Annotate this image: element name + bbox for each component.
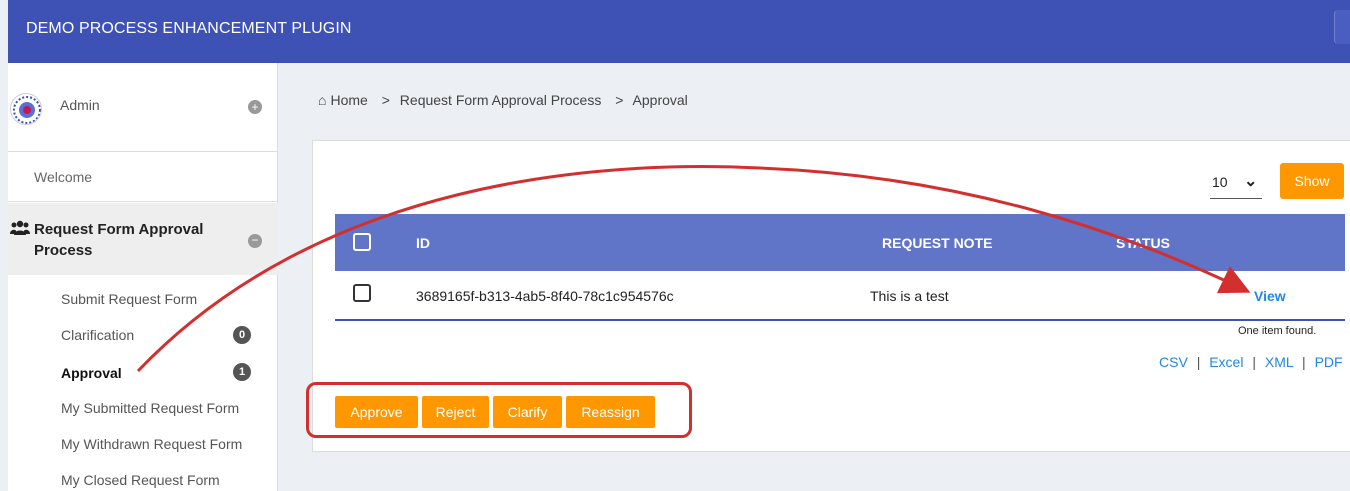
row-checkbox[interactable] <box>353 284 371 302</box>
export-separator: | <box>1252 354 1256 370</box>
column-header-request-note[interactable]: REQUEST NOTE <box>882 235 992 251</box>
page-size-select[interactable]: 10 ⌄ <box>1210 163 1262 199</box>
sidebar-group-label: Request Form Approval Process <box>34 221 204 259</box>
breadcrumb-separator: > <box>615 92 624 108</box>
column-header-status[interactable]: STATUS <box>1116 235 1170 251</box>
annotation-highlight-box <box>306 382 692 438</box>
export-links: CSV | Excel | XML | PDF <box>1159 354 1343 370</box>
export-xml-link[interactable]: XML <box>1265 354 1293 370</box>
export-csv-link[interactable]: CSV <box>1159 354 1188 370</box>
user-name: Admin <box>60 97 100 113</box>
users-icon <box>10 220 30 241</box>
clarification-count-badge: 0 <box>233 326 251 344</box>
sidebar-item-submit-request[interactable]: Submit Request Form <box>61 291 197 307</box>
export-separator: | <box>1302 354 1306 370</box>
app-title: DEMO PROCESS ENHANCEMENT PLUGIN <box>26 20 352 37</box>
breadcrumb-home[interactable]: Home <box>330 92 367 108</box>
sidebar: Admin + Welcome Request Form Approval Pr… <box>8 63 278 491</box>
sidebar-item-label: Welcome <box>34 169 93 185</box>
row-request-note: This is a test <box>870 288 949 304</box>
page-size-value: 10 <box>1212 174 1228 190</box>
sidebar-item-clarification[interactable]: Clarification <box>61 327 134 343</box>
export-excel-link[interactable]: Excel <box>1209 354 1243 370</box>
sidebar-group-process[interactable]: Request Form Approval Process − <box>8 203 278 275</box>
breadcrumb-process[interactable]: Request Form Approval Process <box>400 92 602 108</box>
table-header: ID REQUEST NOTE STATUS <box>335 214 1345 271</box>
select-all-checkbox[interactable] <box>353 233 371 251</box>
approval-count-badge: 1 <box>233 363 251 381</box>
user-profile: Admin + <box>8 63 278 152</box>
sidebar-item-my-submitted[interactable]: My Submitted Request Form <box>61 400 239 416</box>
sidebar-item-my-withdrawn[interactable]: My Withdrawn Request Form <box>61 436 242 452</box>
sidebar-item-approval[interactable]: Approval <box>61 365 122 381</box>
show-button[interactable]: Show <box>1280 163 1344 199</box>
breadcrumb-separator: > <box>381 92 390 108</box>
breadcrumb: ⌂ Home > Request Form Approval Process > … <box>318 92 692 108</box>
view-link[interactable]: View <box>1254 288 1286 304</box>
home-icon[interactable]: ⌂ <box>318 92 326 108</box>
sidebar-item-welcome[interactable]: Welcome <box>8 152 278 202</box>
expand-profile-icon[interactable]: + <box>248 100 262 114</box>
table-row: 3689165f-b313-4ab5-8f40-78c1c954576c Thi… <box>335 271 1345 321</box>
avatar <box>10 93 42 125</box>
top-header: DEMO PROCESS ENHANCEMENT PLUGIN <box>8 0 1350 63</box>
header-menu-button[interactable] <box>1334 10 1350 44</box>
result-count: One item found. <box>1238 325 1317 337</box>
export-pdf-link[interactable]: PDF <box>1315 354 1343 370</box>
column-header-id[interactable]: ID <box>416 235 430 251</box>
collapse-group-icon[interactable]: − <box>248 234 262 248</box>
row-id: 3689165f-b313-4ab5-8f40-78c1c954576c <box>416 288 674 304</box>
sidebar-item-my-closed[interactable]: My Closed Request Form <box>61 472 220 488</box>
breadcrumb-current: Approval <box>632 92 688 108</box>
export-separator: | <box>1196 354 1201 370</box>
chevron-down-icon: ⌄ <box>1244 173 1258 190</box>
